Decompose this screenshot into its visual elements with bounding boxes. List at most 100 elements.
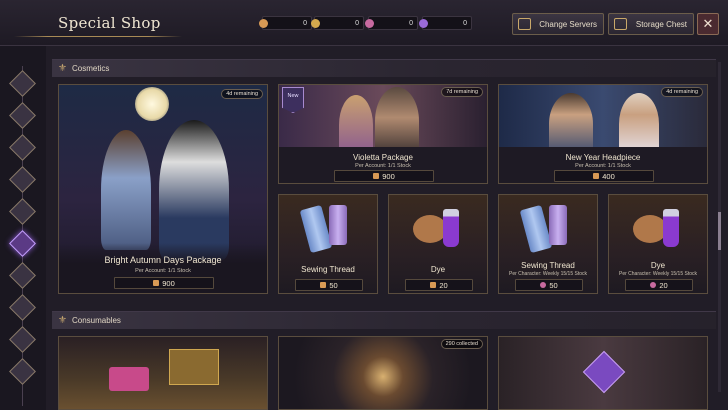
fleur-icon: ⚜ bbox=[58, 315, 67, 326]
character-female-art bbox=[619, 93, 659, 155]
sewing-thread-card[interactable]: Sewing Thread 50 bbox=[278, 194, 378, 294]
character-female-art bbox=[101, 130, 151, 250]
price-value: 50 bbox=[549, 280, 558, 290]
dye-card[interactable]: Dye 20 bbox=[388, 194, 488, 294]
character-male-art bbox=[375, 87, 419, 155]
currency-gold: 0 bbox=[311, 16, 364, 30]
treasure-chest-icon bbox=[169, 349, 219, 385]
arrow-currency-icon bbox=[430, 282, 437, 288]
arrow-currency-icon bbox=[593, 173, 600, 179]
new-tag: New bbox=[282, 87, 304, 113]
price-button[interactable]: 50 bbox=[515, 279, 583, 291]
potion-bundle-icon bbox=[109, 367, 149, 391]
price-value: 400 bbox=[602, 171, 615, 181]
consumables-section-label: Consumables bbox=[72, 316, 121, 325]
currency-pink-value: 0 bbox=[409, 19, 413, 27]
gold-coin-icon bbox=[311, 19, 320, 28]
consumable-package-card-2[interactable]: 290 collected bbox=[278, 336, 488, 410]
time-remaining-badge: 7d remaining bbox=[441, 87, 483, 97]
palette-icon bbox=[633, 215, 667, 243]
cosmetics-section-header[interactable]: ⚜ Cosmetics bbox=[52, 59, 716, 77]
price-button[interactable]: 20 bbox=[405, 279, 473, 291]
price-value: 50 bbox=[329, 280, 338, 290]
pink-gem-icon bbox=[540, 282, 547, 288]
character-female-art bbox=[339, 95, 373, 155]
currency-arrow-value: 0 bbox=[303, 19, 307, 27]
currency-purple: 0 bbox=[419, 16, 472, 30]
top-bar: Special Shop 0 0 0 0 Change Servers Stor… bbox=[0, 0, 728, 46]
category-tab-9[interactable] bbox=[9, 326, 36, 353]
stock-info: Per Character: Weekly 15/15 Stock bbox=[619, 271, 697, 277]
close-button[interactable]: ✕ bbox=[697, 13, 719, 35]
category-tab-cosmetics[interactable] bbox=[9, 230, 36, 257]
chest-icon bbox=[614, 18, 627, 30]
character-male-art bbox=[159, 120, 229, 260]
arrow-currency-icon bbox=[320, 282, 327, 288]
violetta-package-card[interactable]: New 7d remaining Violetta Package Per Ac… bbox=[278, 84, 488, 184]
price-button[interactable]: 900 bbox=[334, 170, 434, 182]
dye-bottle-icon bbox=[443, 209, 459, 247]
time-remaining-badge: 4d remaining bbox=[661, 87, 703, 97]
character-male-art bbox=[549, 93, 593, 155]
fleur-icon: ⚜ bbox=[58, 63, 67, 74]
pink-gem-icon bbox=[365, 19, 374, 28]
price-button[interactable]: 400 bbox=[554, 170, 654, 182]
item-name: Bright Autumn Days Package bbox=[104, 255, 222, 265]
category-sidebar bbox=[0, 46, 46, 410]
storage-chest-label: Storage Chest bbox=[635, 19, 687, 29]
category-tab-4[interactable] bbox=[9, 166, 36, 193]
currency-gold-value: 0 bbox=[355, 19, 359, 27]
category-tab-3[interactable] bbox=[9, 134, 36, 161]
new-year-headpiece-card[interactable]: 4d remaining New Year Headpiece Per Acco… bbox=[498, 84, 708, 184]
sewing-thread-weekly-card[interactable]: Sewing Thread Per Character: Weekly 15/1… bbox=[498, 194, 598, 294]
price-value: 20 bbox=[659, 280, 668, 290]
arrow-currency-icon bbox=[373, 173, 380, 179]
purple-gem-icon bbox=[419, 19, 428, 28]
price-button[interactable]: 50 bbox=[295, 279, 363, 291]
category-tab-10[interactable] bbox=[9, 358, 36, 385]
thread-spool-icon bbox=[299, 204, 333, 254]
emblem-icon bbox=[582, 350, 626, 394]
arrow-currency-icon bbox=[259, 19, 268, 28]
item-name: Sewing Thread bbox=[521, 261, 575, 270]
stock-info: Per Account: 1/1 Stock bbox=[355, 163, 411, 169]
server-icon bbox=[518, 18, 531, 30]
category-tab-8[interactable] bbox=[9, 294, 36, 321]
consumable-package-card-1[interactable] bbox=[58, 336, 268, 410]
dye-weekly-card[interactable]: Dye Per Character: Weekly 15/15 Stock 20 bbox=[608, 194, 708, 294]
dye-bottle-icon bbox=[663, 209, 679, 247]
collected-badge: 290 collected bbox=[440, 339, 483, 349]
price-button[interactable]: 900 bbox=[114, 277, 214, 289]
price-button[interactable]: 20 bbox=[625, 279, 693, 291]
palette-icon bbox=[413, 215, 447, 243]
bright-autumn-days-card[interactable]: 4d remaining Bright Autumn Days Package … bbox=[58, 84, 268, 294]
item-name: Dye bbox=[650, 261, 666, 270]
stock-info: Per Account: 1/1 Stock bbox=[575, 163, 631, 169]
category-tab-1[interactable] bbox=[9, 70, 36, 97]
scrollbar-thumb[interactable] bbox=[718, 212, 721, 250]
currency-pink: 0 bbox=[365, 16, 418, 30]
thread-spool-icon bbox=[329, 205, 347, 245]
price-value: 20 bbox=[439, 280, 448, 290]
consumables-section-header[interactable]: ⚜ Consumables bbox=[52, 311, 716, 329]
arrow-currency-icon bbox=[153, 280, 160, 286]
category-tab-7[interactable] bbox=[9, 262, 36, 289]
time-remaining-badge: 4d remaining bbox=[221, 89, 263, 99]
currency-arrow: 0 bbox=[259, 16, 312, 30]
category-tab-5[interactable] bbox=[9, 198, 36, 225]
storage-chest-button[interactable]: Storage Chest bbox=[608, 13, 694, 35]
thread-spool-icon bbox=[549, 205, 567, 245]
stock-info: Per Account: 1/1 Stock bbox=[135, 268, 191, 274]
consumable-package-card-3[interactable] bbox=[498, 336, 708, 410]
price-value: 900 bbox=[382, 171, 395, 181]
change-servers-button[interactable]: Change Servers bbox=[512, 13, 604, 35]
category-tab-2[interactable] bbox=[9, 102, 36, 129]
shop-content: ⚜ Cosmetics 4d remaining Bright Autumn D… bbox=[46, 46, 728, 410]
moon-art bbox=[135, 87, 169, 121]
thread-spool-icon bbox=[519, 204, 553, 254]
cosmetics-section-label: Cosmetics bbox=[72, 64, 110, 73]
page-title: Special Shop bbox=[58, 14, 161, 32]
title-divider bbox=[14, 36, 182, 37]
close-icon: ✕ bbox=[702, 16, 714, 31]
item-name: Sewing Thread bbox=[301, 265, 355, 274]
